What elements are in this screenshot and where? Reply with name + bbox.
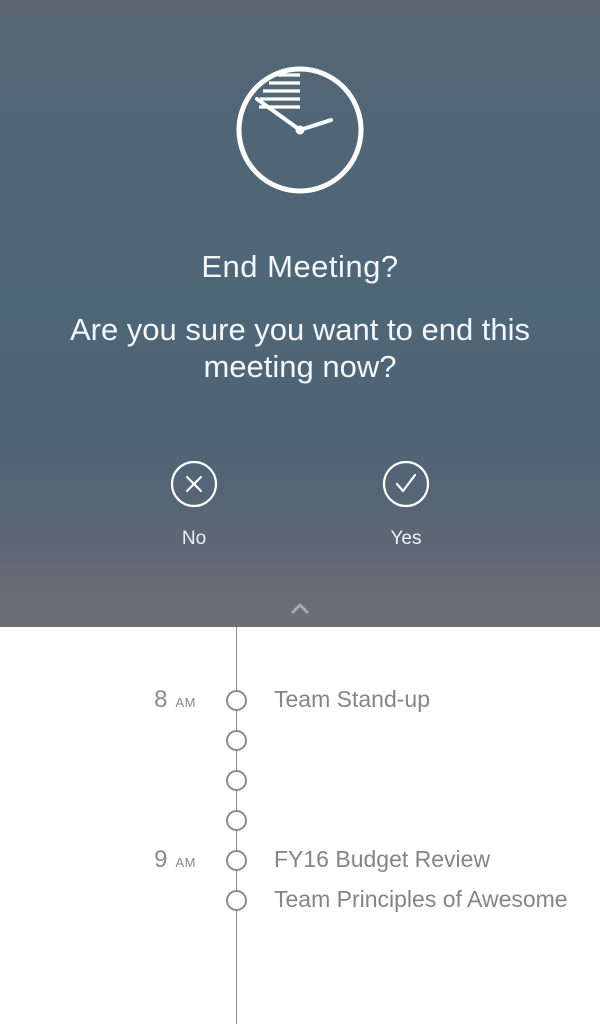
timeline-dot[interactable] <box>226 850 247 871</box>
app-screen: End Meeting? Are you sure you want to en… <box>0 0 600 1024</box>
no-label: No <box>181 528 207 549</box>
timeline-slot <box>0 770 600 810</box>
event-title[interactable]: FY16 Budget Review <box>274 846 490 873</box>
clock-icon <box>236 66 364 194</box>
timeline-slot <box>0 730 600 770</box>
yes-button[interactable]: Yes <box>356 460 456 550</box>
no-button[interactable]: No <box>144 460 244 550</box>
timeline-slot: 8 AM Team Stand-up <box>0 686 600 730</box>
chevron-up-icon[interactable] <box>288 600 312 616</box>
timeline-slot <box>0 810 600 850</box>
timeline-dot[interactable] <box>226 810 247 831</box>
timeline-slot: 9 AM FY16 Budget Review <box>0 846 600 890</box>
timeline-dot[interactable] <box>226 890 247 911</box>
hour-label: 8 AM <box>154 686 196 713</box>
timeline-slot: Team Principles of Awesome <box>0 886 600 930</box>
timeline-dot[interactable] <box>226 770 247 791</box>
event-title[interactable]: Team Stand-up <box>274 686 430 713</box>
event-title[interactable]: Team Principles of Awesome <box>274 886 568 913</box>
dialog-message: Are you sure you want to end this meetin… <box>69 312 531 384</box>
yes-label: Yes <box>390 528 422 549</box>
hour-label: 9 AM <box>154 846 196 873</box>
schedule-timeline: 8 AM Team Stand-up 9 AM FY16 Budget Review… <box>0 627 600 1024</box>
check-icon <box>382 460 430 508</box>
timeline-dot[interactable] <box>226 690 247 711</box>
timeline-dot[interactable] <box>226 730 247 751</box>
dialog-title: End Meeting? <box>201 249 399 284</box>
close-icon <box>170 460 218 508</box>
end-meeting-dialog: End Meeting? Are you sure you want to en… <box>0 0 600 627</box>
